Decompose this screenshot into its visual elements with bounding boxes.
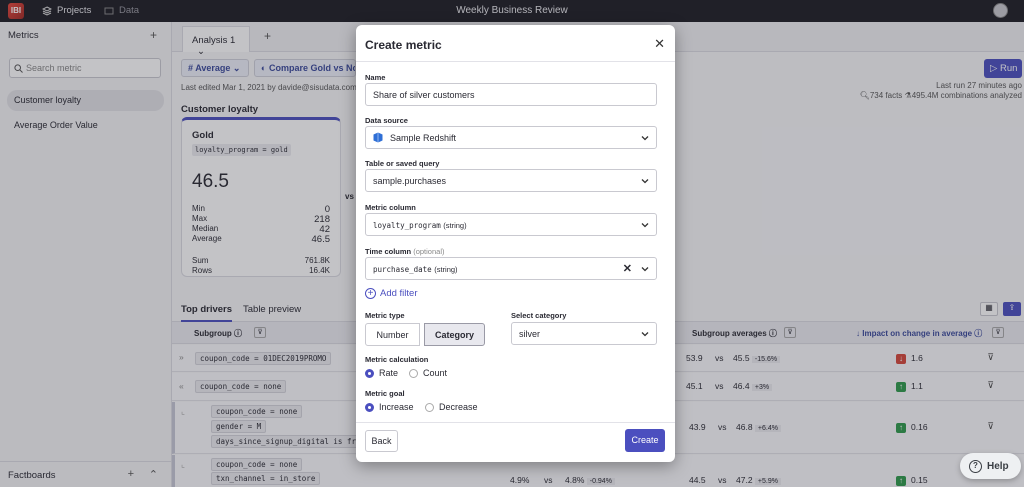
category-value: silver [519,329,541,339]
create-button[interactable]: Create [625,429,665,452]
question-icon: ? [969,459,982,473]
divider [356,61,675,62]
radio-count[interactable]: Count [409,368,447,378]
table-value: sample.purchases [373,176,447,186]
select-category-label: Select category [511,311,567,320]
radio-increase[interactable]: Increase [365,402,414,412]
radio-decrease[interactable]: Decrease [425,402,478,412]
metric-type-label: Metric type [365,311,405,320]
help-button[interactable]: ? Help [960,453,1021,479]
chevron-down-icon [641,136,649,141]
radio-unselected-icon [425,402,434,412]
category-select[interactable]: silver [511,322,657,345]
chevron-down-icon [641,267,649,272]
data-source-select[interactable]: Sample Redshift [365,126,657,149]
metric-column-value: loyalty_program [373,221,441,230]
data-source-value: Sample Redshift [390,133,457,143]
chevron-down-icon [641,332,649,337]
divider [356,422,675,423]
radio-selected-icon [365,368,374,378]
time-column-value: purchase_date [373,265,432,274]
name-label: Name [365,73,386,82]
plus-circle-icon: + [365,288,376,299]
time-column-type: (string) [434,265,458,274]
create-metric-modal: Create metric ✕ Name Share of silver cus… [356,25,675,462]
help-label: Help [987,460,1009,472]
metric-column-type: (string) [443,221,467,230]
add-filter-button[interactable]: + Add filter [365,288,418,299]
clear-icon[interactable]: ✕ [623,262,632,275]
metric-column-label: Metric column [365,203,416,212]
back-button[interactable]: Back [365,430,398,452]
table-select[interactable]: sample.purchases [365,169,657,192]
time-column-select[interactable]: purchase_date (string) ✕ [365,257,657,280]
chevron-down-icon [641,179,649,184]
redshift-icon [373,132,383,143]
metric-goal-label: Metric goal [365,389,405,398]
table-label: Table or saved query [365,159,440,168]
metric-type-number[interactable]: Number [365,323,420,346]
metric-calculation-label: Metric calculation [365,355,429,364]
metric-column-select[interactable]: loyalty_program (string) [365,213,657,236]
data-source-label: Data source [365,116,408,125]
chevron-down-icon [641,223,649,228]
time-column-label: Time column (optional) [365,247,445,256]
radio-unselected-icon [409,368,418,378]
name-value: Share of silver customers [373,90,475,100]
radio-rate[interactable]: Rate [365,368,398,378]
name-field[interactable]: Share of silver customers [365,83,657,106]
radio-selected-icon [365,402,374,412]
metric-type-category[interactable]: Category [424,323,485,346]
close-icon[interactable]: ✕ [654,36,665,52]
add-filter-label: Add filter [380,288,418,299]
modal-title: Create metric [365,38,442,52]
